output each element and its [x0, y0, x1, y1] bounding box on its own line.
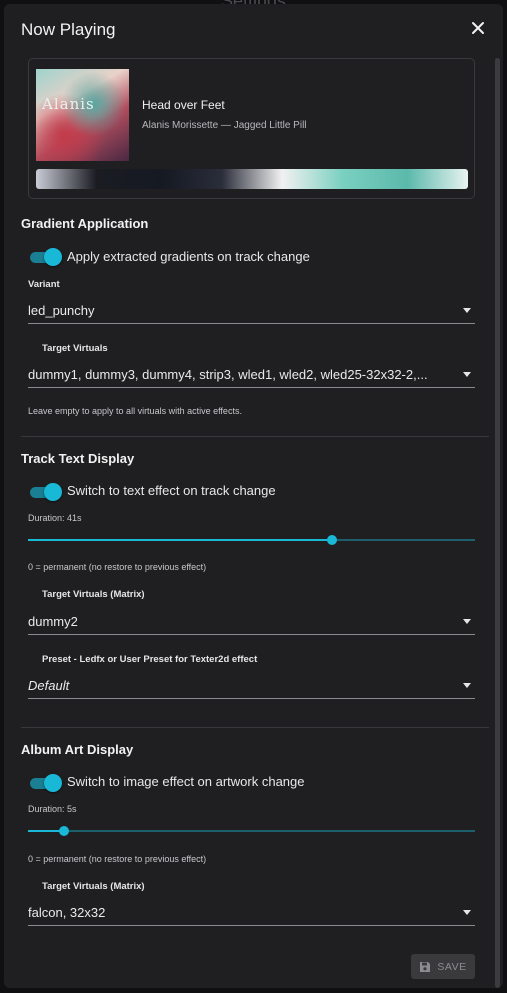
image-duration-helper: 0 = permanent (no restore to previous ef… [28, 854, 207, 864]
track-title: Head over Feet [142, 98, 225, 112]
preset-label: Preset - Ledfx or User Preset for Texter… [42, 654, 258, 665]
save-button[interactable]: SAVE [411, 954, 475, 979]
image-effect-toggle[interactable] [28, 773, 62, 793]
divider [21, 436, 489, 437]
text-targets-label: Target Virtuals (Matrix) [42, 589, 145, 600]
dialog-title: Now Playing [21, 20, 116, 39]
track-subtitle: Alanis Morissette — Jagged Little Pill [142, 120, 307, 131]
chevron-down-icon [463, 619, 471, 624]
gradient-preview-bar [36, 169, 468, 189]
target-virtuals-label: Target Virtuals [42, 343, 108, 354]
now-playing-card: Alanis Head over Feet Alanis Morissette … [28, 58, 475, 199]
image-effect-toggle-label: Switch to image effect on artwork change [67, 774, 305, 789]
section-title-gradient-application: Gradient Application [21, 216, 149, 231]
image-targets-label: Target Virtuals (Matrix) [42, 881, 145, 892]
save-label: SAVE [437, 960, 467, 973]
chevron-down-icon [463, 683, 471, 688]
close-button[interactable] [466, 16, 490, 40]
section-title-track-text-display: Track Text Display [21, 451, 135, 466]
slider-thumb[interactable] [326, 535, 337, 545]
album-art: Alanis [36, 69, 129, 161]
slider-thumb[interactable] [58, 826, 69, 836]
target-virtuals-select[interactable]: dummy1, dummy3, dummy4, strip3, wled1, w… [28, 364, 475, 388]
album-art-text: Alanis [42, 95, 95, 113]
target-virtuals-value: dummy1, dummy3, dummy4, strip3, wled1, w… [28, 367, 428, 382]
image-duration-slider[interactable] [28, 824, 475, 838]
section-title-album-art-display: Album Art Display [21, 742, 134, 757]
chevron-down-icon [463, 372, 471, 377]
image-targets-select[interactable]: falcon, 32x32 [28, 902, 475, 926]
gradient-toggle-label: Apply extracted gradients on track chang… [67, 249, 310, 264]
divider [21, 727, 489, 728]
close-icon [472, 22, 484, 34]
chevron-down-icon [463, 910, 471, 915]
image-duration-label: Duration: 5s [28, 804, 77, 814]
save-icon [420, 961, 431, 972]
text-effect-toggle-label: Switch to text effect on track change [67, 483, 276, 498]
image-targets-value: falcon, 32x32 [28, 905, 106, 920]
gradient-helper-text: Leave empty to apply to all virtuals wit… [28, 406, 242, 416]
variant-label: Variant [28, 279, 60, 290]
text-duration-label: Duration: 41s [28, 513, 82, 523]
text-duration-helper: 0 = permanent (no restore to previous ef… [28, 562, 207, 572]
gradient-toggle[interactable] [28, 247, 62, 267]
variant-value: led_punchy [28, 303, 95, 318]
chevron-down-icon [463, 308, 471, 313]
text-targets-value: dummy2 [28, 614, 78, 629]
variant-select[interactable]: led_punchy [28, 300, 475, 324]
text-duration-slider[interactable] [28, 533, 475, 547]
text-effect-toggle[interactable] [28, 482, 62, 502]
preset-value: Default [28, 678, 70, 693]
scrollbar[interactable] [495, 58, 500, 988]
now-playing-dialog: Now Playing Alanis Head over Feet Alanis… [4, 4, 503, 988]
preset-select[interactable]: Default [28, 675, 475, 699]
text-targets-select[interactable]: dummy2 [28, 611, 475, 635]
